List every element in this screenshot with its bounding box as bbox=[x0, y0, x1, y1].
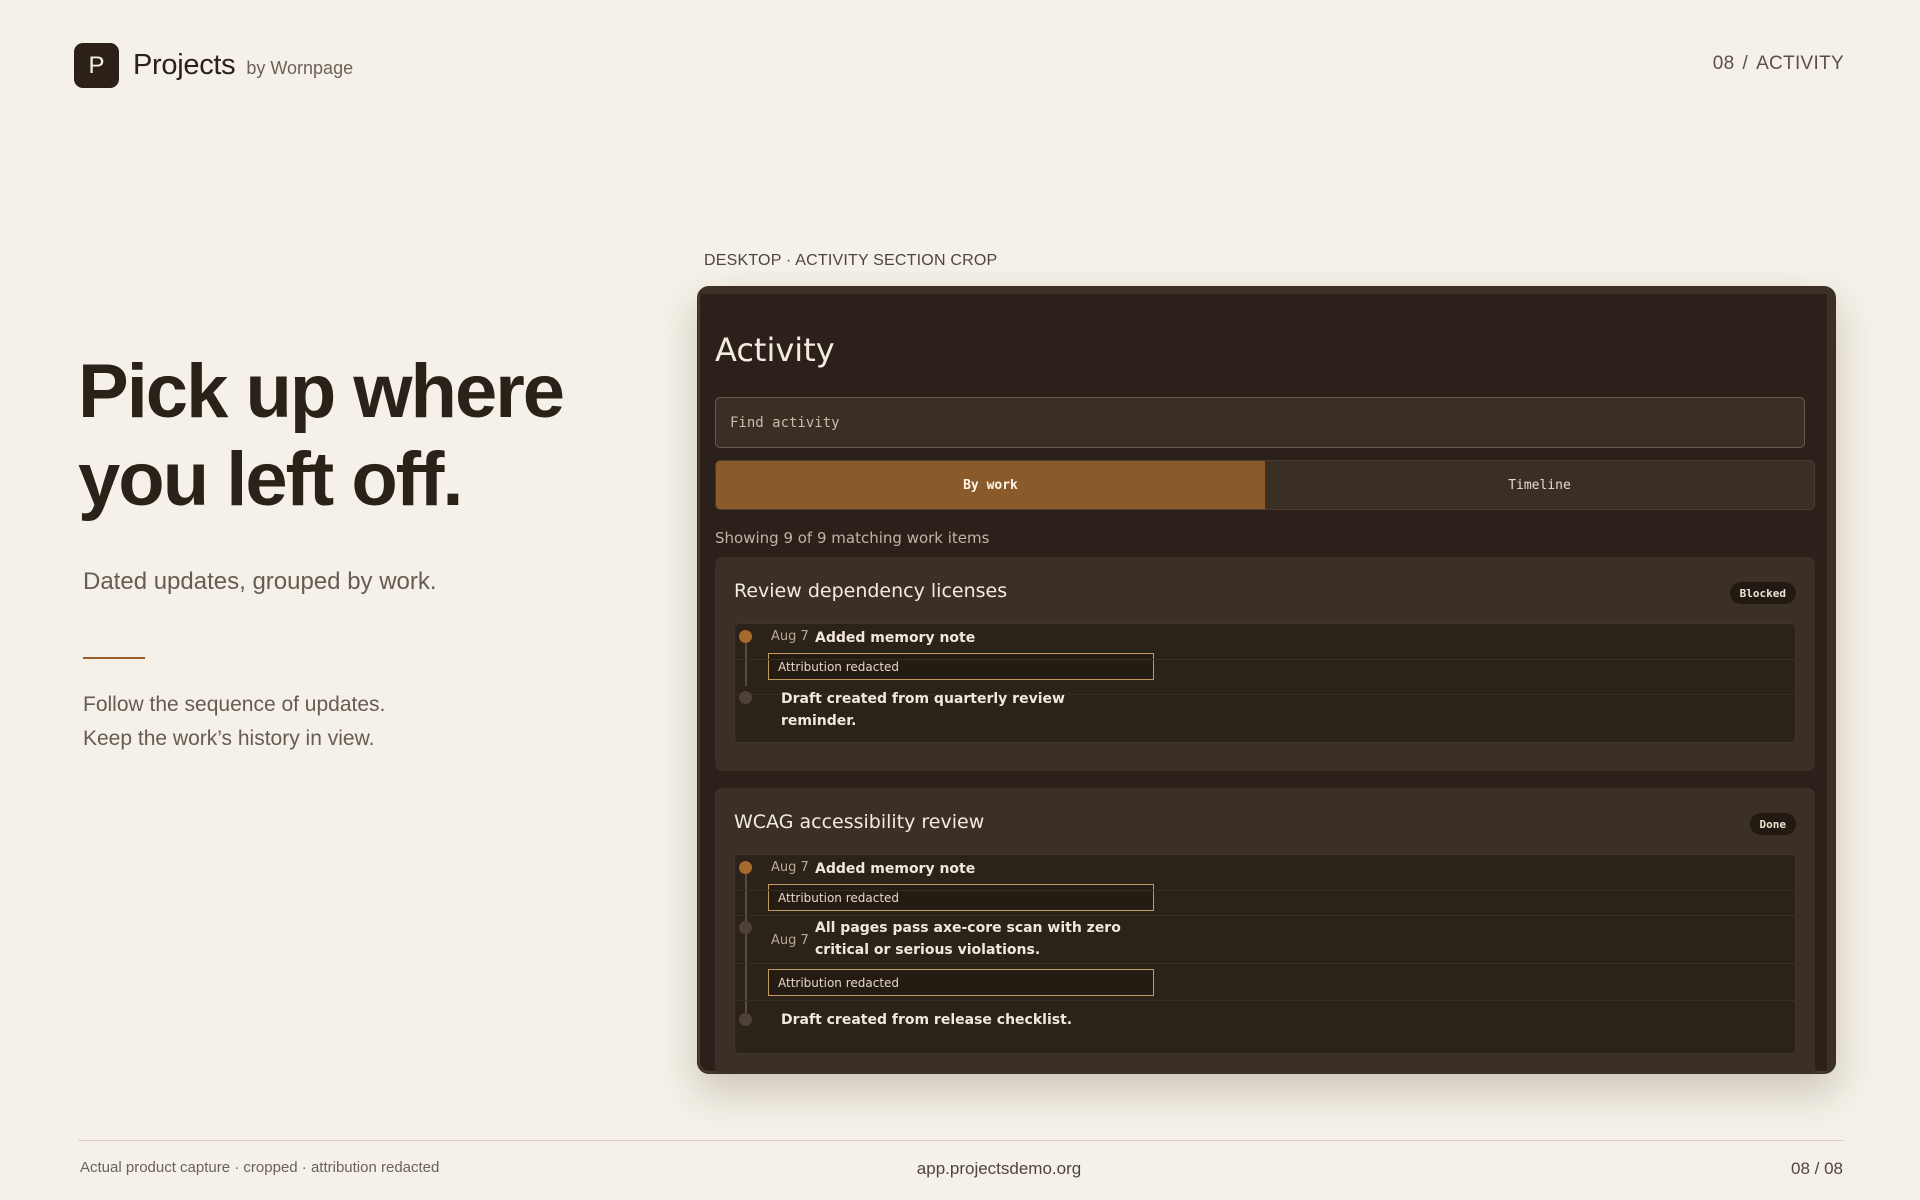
attribution-redacted: Attribution redacted bbox=[768, 884, 1154, 911]
tab-by-work[interactable]: By work bbox=[716, 461, 1265, 509]
timeline-dot-icon bbox=[739, 630, 752, 643]
section-crumb: 08 / ACTIVITY bbox=[1713, 53, 1844, 75]
entry-text-line-1: Draft created from quarterly review bbox=[781, 691, 1065, 707]
activity-entry: Aug 7 All pages pass axe-core scan with … bbox=[735, 917, 1795, 1001]
tab-timeline[interactable]: Timeline bbox=[1265, 461, 1814, 509]
headline-line-1: Pick up where bbox=[78, 349, 565, 434]
view-toggle: By work Timeline bbox=[715, 460, 1815, 510]
entry-text: Draft created from release checklist. bbox=[781, 1012, 1073, 1028]
row-divider bbox=[735, 915, 1795, 916]
status-badge: Done bbox=[1749, 813, 1796, 835]
timeline-dot-icon bbox=[739, 1013, 752, 1026]
body-line-1: Follow the sequence of updates. bbox=[83, 693, 386, 716]
entry-date: Aug 7 bbox=[771, 933, 809, 948]
brand[interactable]: P Projects by Wornpage bbox=[74, 43, 353, 88]
entry-text-line-2: reminder. bbox=[781, 713, 857, 729]
activity-entry: Draft created from release checklist. bbox=[735, 1001, 1795, 1041]
row-divider bbox=[735, 890, 1795, 891]
footer-divider bbox=[78, 1140, 1844, 1141]
search-input[interactable]: Find activity bbox=[715, 397, 1805, 448]
page-subhead: Dated updates, grouped by work. bbox=[83, 568, 437, 595]
timeline-dot-icon bbox=[739, 861, 752, 874]
page-counter: 08 / 08 bbox=[1791, 1159, 1843, 1178]
section-name: ACTIVITY bbox=[1756, 53, 1844, 74]
activity-entry: Aug 7 Added memory note Attribution reda… bbox=[735, 624, 1795, 688]
footer-url[interactable]: app.projectsdemo.org bbox=[0, 1159, 1920, 1179]
activity-title: Activity bbox=[715, 331, 835, 369]
brand-byline: by Wornpage bbox=[246, 58, 354, 78]
attribution-redacted: Attribution redacted bbox=[768, 969, 1154, 996]
activity-list: Aug 7 Added memory note Attribution reda… bbox=[734, 854, 1796, 1054]
activity-entry: Aug 7 Added memory note Attribution reda… bbox=[735, 855, 1795, 917]
accent-divider bbox=[83, 657, 145, 659]
entry-text-line-2: critical or serious violations. bbox=[815, 942, 1041, 958]
section-number: 08 bbox=[1712, 53, 1735, 74]
work-card-title: WCAG accessibility review bbox=[734, 811, 985, 833]
entry-text-line-1: All pages pass axe-core scan with zero bbox=[815, 920, 1121, 936]
entry-text: Added memory note bbox=[815, 630, 976, 646]
work-card[interactable]: WCAG accessibility review Done Aug 7 Add… bbox=[715, 788, 1815, 1073]
brand-logo-icon: P bbox=[74, 43, 119, 88]
brand-name: Projects bbox=[133, 49, 236, 81]
results-count: Showing 9 of 9 matching work items bbox=[715, 529, 990, 547]
row-divider bbox=[735, 963, 1795, 964]
work-card[interactable]: Review dependency licenses Blocked Aug 7… bbox=[715, 557, 1815, 771]
entry-date: Aug 7 bbox=[771, 860, 809, 875]
status-badge: Blocked bbox=[1729, 582, 1796, 604]
activity-entry: Draft created from quarterly review remi… bbox=[735, 688, 1795, 742]
timeline-dot-icon bbox=[739, 691, 752, 704]
activity-list: Aug 7 Added memory note Attribution reda… bbox=[734, 623, 1796, 743]
entry-text: Draft created from quarterly review remi… bbox=[781, 688, 1065, 732]
entry-text: All pages pass axe-core scan with zero c… bbox=[815, 917, 1121, 961]
body-line-2: Keep the work’s history in view. bbox=[83, 727, 375, 750]
entry-text: Added memory note bbox=[815, 861, 976, 877]
headline-line-2: you left off. bbox=[78, 437, 464, 522]
screenshot-caption: DESKTOP · ACTIVITY SECTION CROP bbox=[704, 252, 998, 269]
entry-date: Aug 7 bbox=[771, 629, 809, 644]
row-divider bbox=[735, 659, 1795, 660]
work-card-title: Review dependency licenses bbox=[734, 580, 1008, 602]
body-copy: Follow the sequence of updates. Keep the… bbox=[83, 688, 385, 756]
activity-screenshot: Activity Find activity By work Timeline … bbox=[697, 286, 1836, 1074]
page-headline: Pick up where you left off. bbox=[78, 348, 638, 524]
crumb-separator: / bbox=[1742, 53, 1749, 74]
timeline-dot-icon bbox=[739, 921, 752, 934]
attribution-redacted: Attribution redacted bbox=[768, 653, 1154, 680]
